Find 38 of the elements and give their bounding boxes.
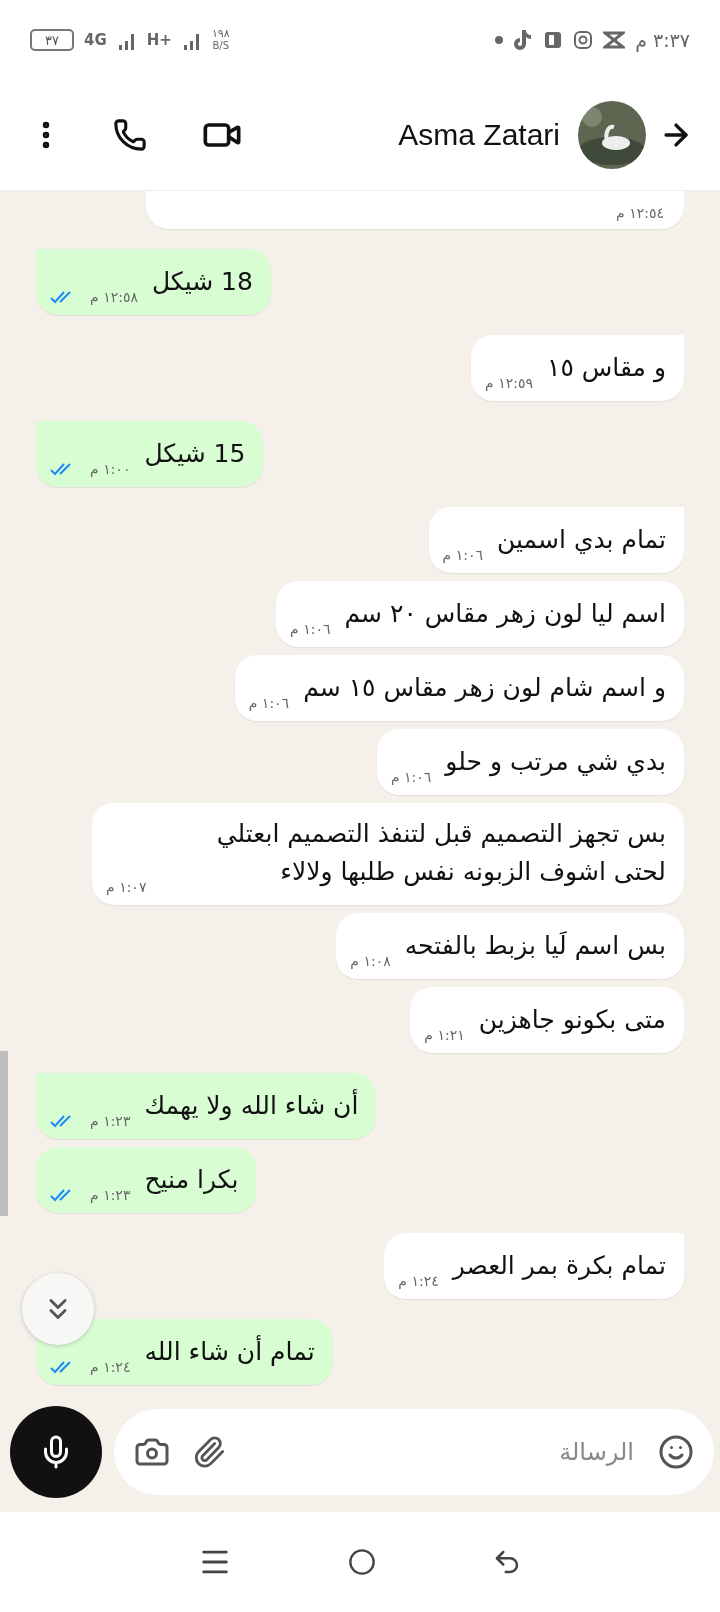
message-text: بدي شي مرتب و حلو	[445, 746, 666, 779]
message-time: ١٢:٥٤ م	[616, 205, 664, 221]
message-time: ١:٢٤ م	[398, 1273, 439, 1289]
speed-unit: B/S	[212, 40, 230, 52]
message-text: تمام بكرة بمر العصر	[452, 1250, 666, 1282]
message-time: ١:٠٦ م	[248, 695, 290, 711]
message-text: 18 شيكل	[151, 266, 253, 298]
clock-time: ٣:٣٧ م	[635, 29, 690, 51]
message-input[interactable]: الرسالة	[248, 1437, 636, 1467]
message-time: ١:٢٤ م	[90, 1359, 131, 1375]
message-text: و اسم شام لون زهر مقاس ١٥ سم	[303, 672, 666, 705]
message-text: بس تجهز التصميم قبل لتنفذ التصميم ابعتلي لحتى اشوف الزبونه نفس طلبها ولالاء	[215, 818, 666, 889]
message-input-field[interactable]: الرسالة	[114, 1409, 714, 1495]
message-text: تمام بدي اسمين	[497, 524, 666, 556]
battery-icon: ٣٧	[30, 29, 74, 51]
message-text: اسم ليا لون زهر مقاس ٢٠ سم	[344, 598, 666, 630]
message-time: ١٢:٥٨ م	[90, 289, 138, 305]
message-time: ١:٠٦ م	[390, 769, 432, 785]
message-time: ١:٠٦ م	[442, 547, 483, 563]
message-text: 15 شيكل	[144, 438, 246, 470]
message-time: ١:٠٨ م	[350, 953, 391, 969]
network-label: 4G	[84, 31, 107, 49]
message-time: ١:٠٧ م	[106, 879, 147, 895]
network-label: H+	[146, 31, 172, 49]
contact-name[interactable]: Asma Zatari	[398, 118, 560, 152]
message-text: متى بكونو جاهزين	[478, 1004, 666, 1036]
message-time: ١:٢٣ م	[90, 1113, 131, 1129]
message-text: بس اسم لَيا بزبط بالفتحه	[404, 930, 666, 962]
message-text: بكرا منيح	[144, 1164, 239, 1196]
message-time: ١:٠٠ م	[90, 461, 131, 477]
speed-value: ١٩٨	[211, 28, 230, 40]
message-time: ١:٢٣ م	[90, 1187, 131, 1203]
message-text: و مقاس ١٥	[547, 352, 666, 385]
message-time: ١:٠٦ م	[290, 621, 331, 637]
message-text: تمام أن شاء الله	[144, 1334, 315, 1368]
message-text: أن شاء الله ولا يهمك	[144, 1088, 359, 1123]
message-time: ١:٢١ م	[424, 1027, 465, 1043]
message-time: ١٢:٥٩ م	[485, 375, 533, 391]
